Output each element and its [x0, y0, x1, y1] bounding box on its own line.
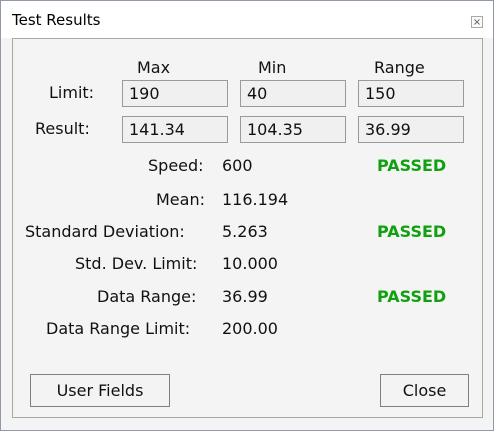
data-range-limit-label: Data Range Limit: [46, 319, 191, 338]
data-range-value: 36.99 [222, 287, 268, 306]
column-header-min: Min [258, 58, 287, 77]
mean-value: 116.194 [222, 190, 289, 209]
std-dev-label: Standard Deviation: [25, 222, 185, 241]
result-max-field[interactable]: 141.34 [122, 116, 228, 143]
limit-max-field[interactable]: 190 [122, 80, 228, 107]
limit-min-field[interactable]: 40 [240, 80, 346, 107]
close-icon[interactable]: × [471, 16, 483, 28]
speed-status: PASSED [377, 156, 447, 175]
column-header-range: Range [374, 58, 425, 77]
data-range-limit-value: 200.00 [222, 319, 278, 338]
window-title: Test Results [12, 11, 101, 29]
limit-label: Limit: [49, 83, 95, 102]
std-dev-limit-label: Std. Dev. Limit: [75, 254, 198, 273]
column-header-max: Max [137, 58, 171, 77]
std-dev-limit-value: 10.000 [222, 254, 278, 273]
result-min-field[interactable]: 104.35 [240, 116, 346, 143]
result-label: Result: [35, 119, 90, 138]
result-range-field[interactable]: 36.99 [358, 116, 464, 143]
user-fields-button[interactable]: User Fields [30, 374, 170, 407]
data-range-label: Data Range: [97, 287, 197, 306]
speed-label: Speed: [148, 156, 204, 175]
title-bar: Test Results × [1, 1, 493, 38]
std-dev-value: 5.263 [222, 222, 268, 241]
mean-label: Mean: [156, 190, 205, 209]
data-range-status: PASSED [377, 287, 447, 306]
std-dev-status: PASSED [377, 222, 447, 241]
test-results-window: Test Results × Max Min Range Limit: 190 … [0, 0, 494, 431]
speed-value: 600 [222, 156, 253, 175]
close-button[interactable]: Close [380, 374, 469, 407]
limit-range-field[interactable]: 150 [358, 80, 464, 107]
